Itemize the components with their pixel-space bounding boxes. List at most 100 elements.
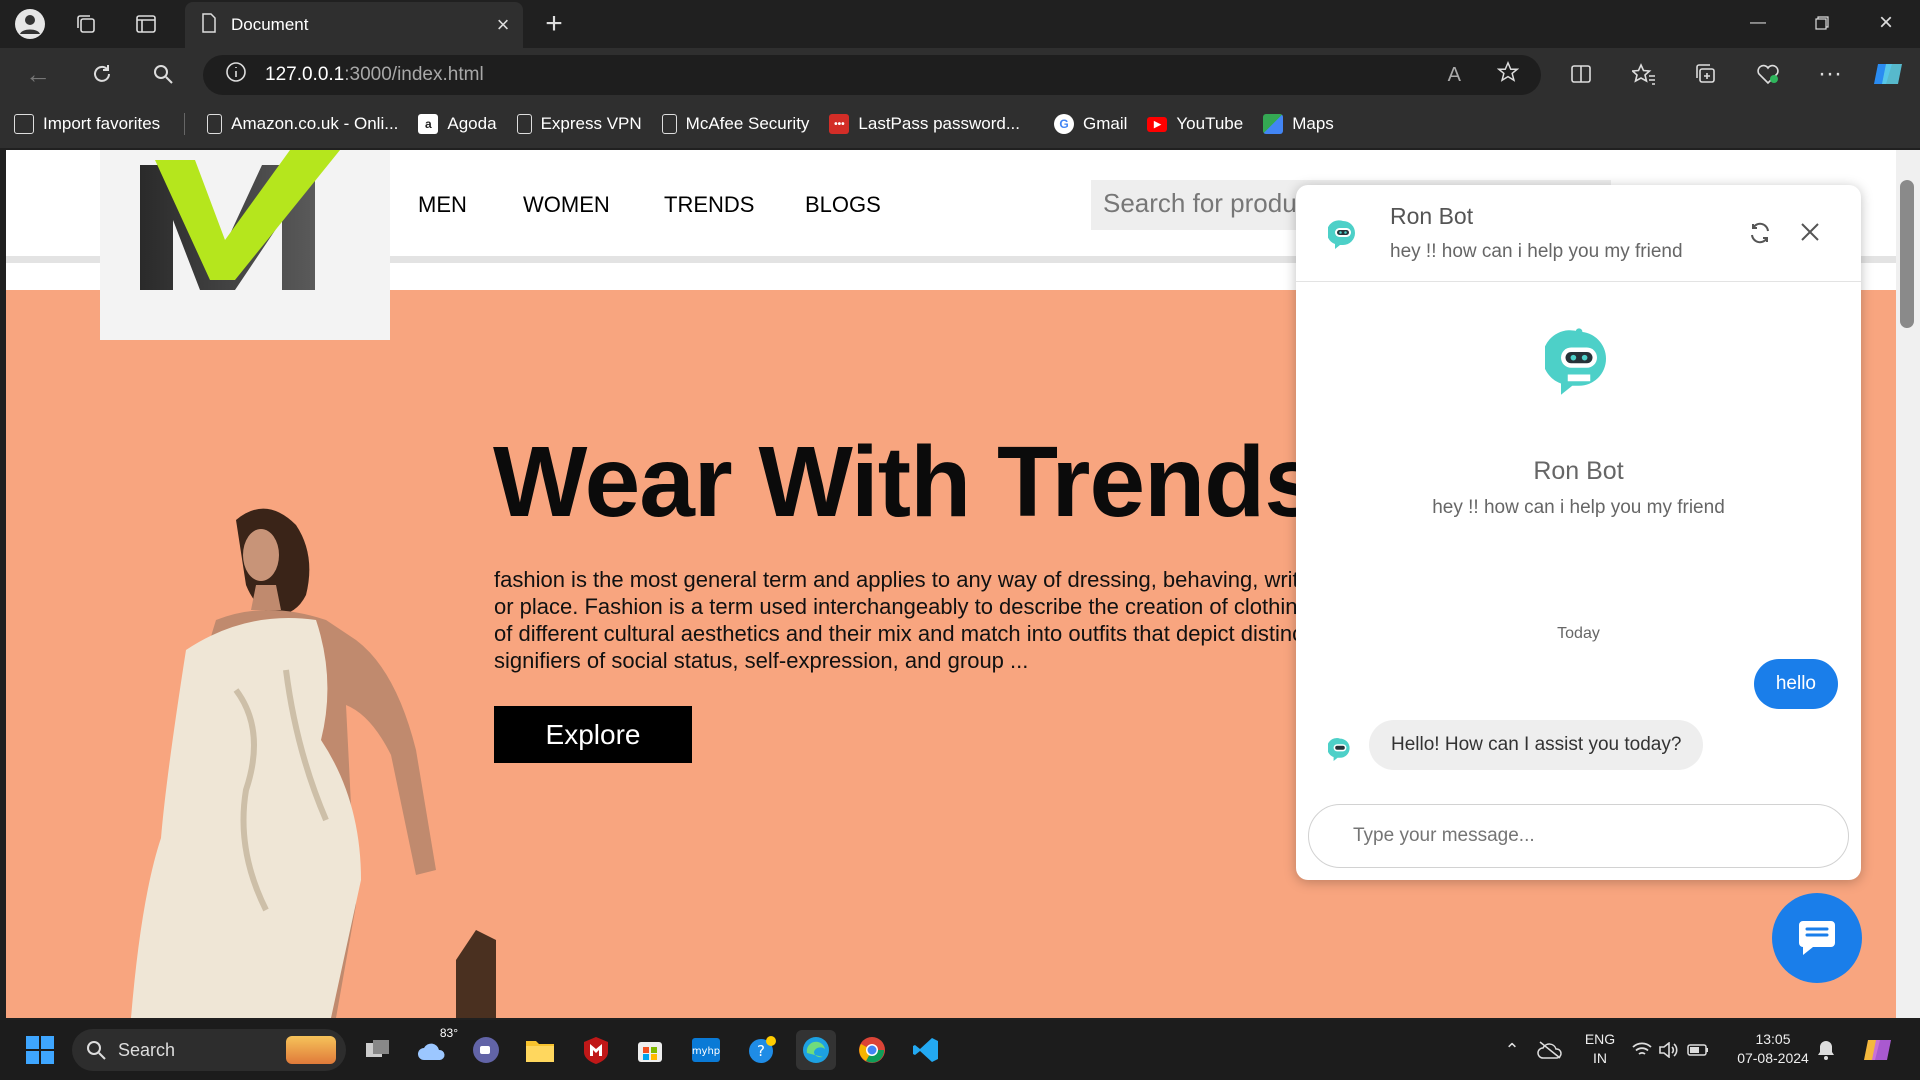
show-hidden-icons[interactable]: ⌃	[1492, 1030, 1532, 1070]
search-icon[interactable]	[145, 56, 181, 92]
bookmark-maps[interactable]: Maps	[1263, 114, 1334, 134]
teams-icon[interactable]	[466, 1030, 506, 1070]
search-highlight-icon	[286, 1036, 336, 1064]
weather-temp: 83°	[439, 1026, 458, 1040]
site-logo[interactable]	[100, 150, 390, 340]
notification-bell-icon[interactable]	[1814, 1030, 1838, 1070]
chat-launcher-button[interactable]	[1772, 893, 1862, 983]
close-window-icon[interactable]: ×	[1854, 0, 1918, 46]
page-icon	[201, 12, 217, 38]
chat-message-input[interactable]	[1308, 804, 1849, 868]
browser-tab-bar: Document × + — ×	[0, 0, 1920, 48]
bookmarks-bar: Import favorites Amazon.co.uk - Onli... …	[0, 100, 1920, 148]
google-icon: G	[1054, 114, 1074, 134]
file-explorer-icon[interactable]	[520, 1030, 560, 1070]
bot-avatar-icon	[1326, 217, 1358, 256]
restore-icon[interactable]	[1790, 0, 1854, 46]
chat-bot-tagline: hey !! how can i help you my friend	[1390, 241, 1683, 262]
close-chat-icon[interactable]	[1799, 221, 1821, 248]
weather-icon[interactable]: 83°	[412, 1026, 458, 1070]
store-icon[interactable]	[630, 1030, 670, 1070]
hero-title: Wear With Trends	[493, 426, 1320, 538]
volume-icon[interactable]	[1656, 1030, 1680, 1070]
hero-model-image	[86, 490, 496, 1018]
collections-icon[interactable]	[1688, 56, 1724, 92]
search-icon	[87, 1041, 106, 1060]
page-icon	[516, 114, 532, 134]
tab-title: Document	[231, 15, 309, 34]
vscode-icon[interactable]	[906, 1030, 946, 1070]
bot-message: Hello! How can I assist you today?	[1369, 720, 1704, 770]
nav-blogs[interactable]: BLOGS	[805, 192, 881, 218]
windows-taskbar: Search 83° myhp ? ⌃ ENG IN 13:05 07-08-2…	[0, 1020, 1920, 1080]
wifi-icon[interactable]	[1630, 1030, 1654, 1070]
workspaces-icon[interactable]	[68, 6, 104, 42]
svg-text:myhp: myhp	[692, 1046, 720, 1057]
language-indicator[interactable]: ENG IN	[1580, 1030, 1620, 1068]
user-message: hello	[1753, 659, 1838, 709]
page-icon	[661, 114, 677, 134]
bookmarks-divider	[184, 113, 186, 135]
clock[interactable]: 13:05 07-08-2024	[1730, 1030, 1816, 1068]
import-icon	[14, 114, 34, 134]
battery-icon[interactable]	[1684, 1030, 1712, 1070]
minimize-icon[interactable]: —	[1726, 0, 1790, 46]
nav-women[interactable]: WOMEN	[523, 192, 610, 218]
address-bar-row: ← 127.0.0.1:3000/index.html A ···	[0, 48, 1920, 100]
bookmark-lastpass[interactable]: ••• LastPass password...	[829, 114, 1020, 134]
maps-icon	[1263, 114, 1284, 134]
address-bar[interactable]: 127.0.0.1:3000/index.html A	[203, 55, 1541, 95]
profile-icon[interactable]	[12, 6, 48, 42]
read-aloud-icon[interactable]: A	[1448, 64, 1461, 87]
copilot-taskbar-icon[interactable]	[1858, 1030, 1898, 1070]
bookmark-amazon[interactable]: Amazon.co.uk - Onli...	[207, 114, 398, 134]
more-options-icon[interactable]: ···	[1812, 56, 1848, 92]
browser-essentials-icon[interactable]	[1750, 56, 1786, 92]
bookmark-mcafee[interactable]: McAfee Security	[661, 114, 809, 134]
taskbar-search[interactable]: Search	[72, 1029, 346, 1071]
chat-bubble-icon	[1799, 921, 1835, 955]
bookmark-youtube[interactable]: ▶ YouTube	[1147, 114, 1243, 134]
bookmark-import-favorites[interactable]: Import favorites	[14, 114, 160, 134]
page-icon	[207, 114, 223, 134]
url-host: 127.0.0.1	[265, 64, 345, 85]
bot-message-avatar-icon	[1327, 736, 1352, 767]
refresh-icon[interactable]	[84, 56, 120, 92]
help-icon[interactable]: ?	[742, 1030, 782, 1070]
start-button[interactable]	[20, 1030, 60, 1070]
bot-avatar-large-icon	[1542, 325, 1613, 402]
chat-intro-name: Ron Bot	[1533, 457, 1624, 485]
agoda-icon: a	[418, 114, 439, 134]
nav-trends[interactable]: TRENDS	[664, 192, 754, 218]
chat-day-divider: Today	[1557, 625, 1600, 642]
split-screen-icon[interactable]	[1563, 56, 1599, 92]
back-icon[interactable]: ←	[20, 56, 56, 92]
mcafee-icon[interactable]	[576, 1030, 616, 1070]
site-info-icon[interactable]	[225, 61, 247, 89]
svg-text:?: ?	[757, 1042, 765, 1060]
lastpass-icon: •••	[829, 114, 850, 134]
new-tab-icon[interactable]: +	[536, 6, 572, 42]
url-path: :3000/index.html	[344, 64, 484, 85]
refresh-chat-icon[interactable]	[1748, 221, 1772, 250]
bookmark-agoda[interactable]: a Agoda	[418, 114, 497, 134]
tab-actions-icon[interactable]	[128, 6, 164, 42]
edge-icon[interactable]	[796, 1030, 836, 1070]
favorite-star-icon[interactable]	[1496, 60, 1520, 89]
chrome-icon[interactable]	[852, 1030, 892, 1070]
scrollbar-thumb[interactable]	[1900, 180, 1914, 328]
close-tab-icon[interactable]: ×	[483, 12, 523, 38]
bookmark-express-vpn[interactable]: Express VPN	[516, 114, 642, 134]
favorites-icon[interactable]	[1626, 56, 1662, 92]
task-view-icon[interactable]	[358, 1030, 398, 1070]
bookmark-gmail[interactable]: G Gmail	[1054, 114, 1127, 134]
copilot-icon[interactable]	[1870, 56, 1906, 92]
chat-bot-name: Ron Bot	[1390, 203, 1474, 229]
explore-button[interactable]: Explore	[494, 706, 692, 763]
chat-header: Ron Bot hey !! how can i help you my fri…	[1296, 185, 1861, 282]
tab-document[interactable]: Document ×	[185, 2, 523, 48]
clock-time: 13:05	[1755, 1031, 1791, 1047]
nav-men[interactable]: MEN	[418, 192, 467, 218]
myhp-icon[interactable]: myhp	[686, 1030, 726, 1070]
onedrive-icon[interactable]	[1530, 1030, 1570, 1070]
